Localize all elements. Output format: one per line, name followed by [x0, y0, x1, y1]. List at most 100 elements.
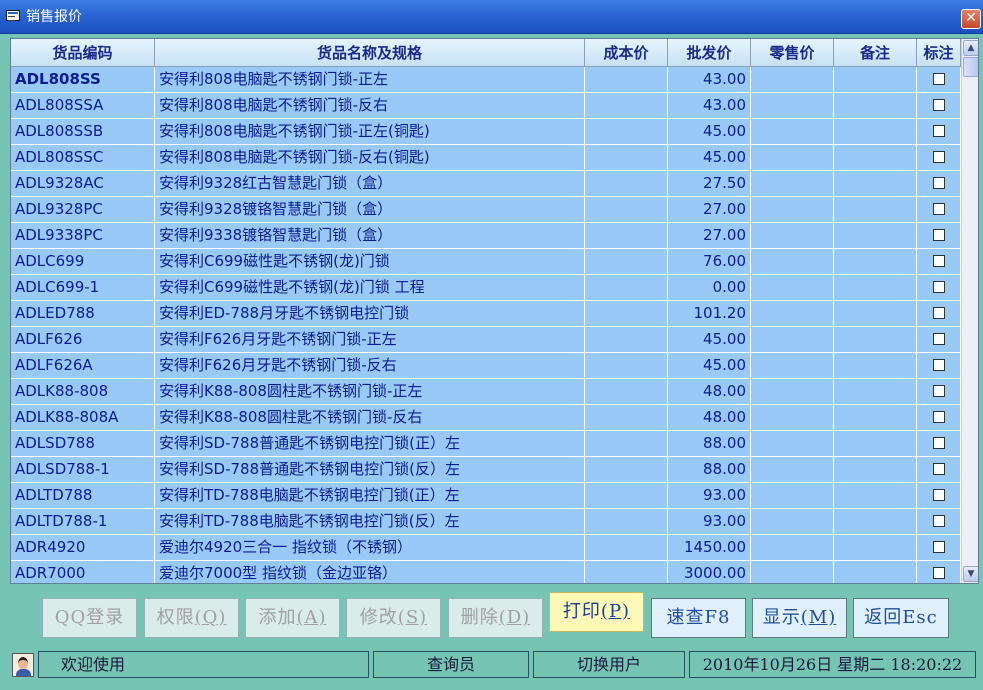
mark-checkbox[interactable] — [932, 202, 945, 215]
cell-cost[interactable] — [585, 67, 668, 93]
cell-cost[interactable] — [585, 535, 668, 561]
cell-cost[interactable] — [585, 197, 668, 223]
cell-wholesale[interactable]: 93.00 — [668, 483, 751, 509]
cell-wholesale[interactable]: 45.00 — [668, 145, 751, 171]
cell-wholesale[interactable]: 45.00 — [668, 327, 751, 353]
mark-checkbox[interactable] — [932, 306, 945, 319]
header-mark[interactable]: 标注 — [917, 39, 961, 67]
mark-checkbox[interactable] — [932, 124, 945, 137]
cell-retail[interactable] — [751, 405, 834, 431]
cell-retail[interactable] — [751, 353, 834, 379]
cell-retail[interactable] — [751, 197, 834, 223]
print-button[interactable]: 打印(P) — [549, 592, 644, 632]
mark-checkbox[interactable] — [932, 540, 945, 553]
cell-wholesale[interactable]: 27.50 — [668, 171, 751, 197]
cell-wholesale[interactable]: 45.00 — [668, 119, 751, 145]
mark-checkbox[interactable] — [932, 332, 945, 345]
cell-code[interactable]: ADLED788 — [11, 301, 155, 327]
cell-code[interactable]: ADLC699-1 — [11, 275, 155, 301]
cell-wholesale[interactable]: 88.00 — [668, 431, 751, 457]
table-row[interactable]: ADLSD788 安得利SD-788普通匙不锈钢电控门锁(正）左 88.00 — [11, 431, 961, 457]
cell-name[interactable]: 安得利808电脑匙不锈钢门锁-正左(铜匙) — [155, 119, 585, 145]
cell-retail[interactable] — [751, 93, 834, 119]
header-retail[interactable]: 零售价 — [751, 39, 834, 67]
table-row[interactable]: ADL9328PC 安得利9328镀铬智慧匙门锁（盒） 27.00 — [11, 197, 961, 223]
cell-note[interactable] — [834, 379, 917, 405]
mark-checkbox[interactable] — [932, 254, 945, 267]
cell-cost[interactable] — [585, 249, 668, 275]
table-row[interactable]: ADLK88-808A 安得利K88-808圆柱匙不锈钢门锁-反右 48.00 — [11, 405, 961, 431]
cell-cost[interactable] — [585, 223, 668, 249]
table-row[interactable]: ADLC699-1 安得利C699磁性匙不锈钢(龙)门锁 工程 0.00 — [11, 275, 961, 301]
cell-name[interactable]: 安得利F626月牙匙不锈钢门锁-反右 — [155, 353, 585, 379]
cell-name[interactable]: 安得利TD-788电脑匙不锈钢电控门锁(正）左 — [155, 483, 585, 509]
cell-note[interactable] — [834, 249, 917, 275]
cell-code[interactable]: ADLTD788-1 — [11, 509, 155, 535]
header-note[interactable]: 备注 — [834, 39, 917, 67]
cell-wholesale[interactable]: 93.00 — [668, 509, 751, 535]
cell-wholesale[interactable]: 45.00 — [668, 353, 751, 379]
cell-retail[interactable] — [751, 509, 834, 535]
mark-checkbox[interactable] — [932, 72, 945, 85]
cell-note[interactable] — [834, 223, 917, 249]
cell-retail[interactable] — [751, 301, 834, 327]
scroll-thumb[interactable] — [963, 57, 978, 77]
mark-checkbox[interactable] — [932, 280, 945, 293]
cell-note[interactable] — [834, 327, 917, 353]
cell-cost[interactable] — [585, 119, 668, 145]
modify-button[interactable]: 修改(S) — [346, 598, 441, 638]
cell-name[interactable]: 安得利C699磁性匙不锈钢(龙)门锁 工程 — [155, 275, 585, 301]
cell-cost[interactable] — [585, 93, 668, 119]
table-row[interactable]: ADL808SSC 安得利808电脑匙不锈钢门锁-反右(铜匙) 45.00 — [11, 145, 961, 171]
mark-checkbox[interactable] — [932, 176, 945, 189]
permission-button[interactable]: 权限(Q) — [144, 598, 239, 638]
cell-wholesale[interactable]: 27.00 — [668, 197, 751, 223]
cell-cost[interactable] — [585, 405, 668, 431]
cell-wholesale[interactable]: 101.20 — [668, 301, 751, 327]
cell-code[interactable]: ADL9328PC — [11, 197, 155, 223]
header-wholesale[interactable]: 批发价 — [668, 39, 751, 67]
cell-name[interactable]: 安得利SD-788普通匙不锈钢电控门锁(反）左 — [155, 457, 585, 483]
cell-retail[interactable] — [751, 145, 834, 171]
cell-note[interactable] — [834, 197, 917, 223]
mark-checkbox[interactable] — [932, 228, 945, 241]
cell-retail[interactable] — [751, 119, 834, 145]
cell-name[interactable]: 爱迪尔4920三合一 指纹锁（不锈钢） — [155, 535, 585, 561]
mark-checkbox[interactable] — [932, 410, 945, 423]
cell-wholesale[interactable]: 48.00 — [668, 405, 751, 431]
delete-button[interactable]: 删除(D) — [448, 598, 543, 638]
mark-checkbox[interactable] — [932, 358, 945, 371]
cell-wholesale[interactable]: 76.00 — [668, 249, 751, 275]
cell-code[interactable]: ADL808SSA — [11, 93, 155, 119]
mark-checkbox[interactable] — [932, 384, 945, 397]
cell-cost[interactable] — [585, 301, 668, 327]
cell-cost[interactable] — [585, 145, 668, 171]
cell-name[interactable]: 安得利TD-788电脑匙不锈钢电控门锁(反）左 — [155, 509, 585, 535]
mark-checkbox[interactable] — [932, 98, 945, 111]
cell-code[interactable]: ADLTD788 — [11, 483, 155, 509]
add-button[interactable]: 添加(A) — [245, 598, 340, 638]
cell-cost[interactable] — [585, 561, 668, 583]
cell-wholesale[interactable]: 48.00 — [668, 379, 751, 405]
table-row[interactable]: ADL808SSB 安得利808电脑匙不锈钢门锁-正左(铜匙) 45.00 — [11, 119, 961, 145]
table-row[interactable]: ADR7000 爱迪尔7000型 指纹锁（金边亚铬） 3000.00 — [11, 561, 961, 583]
cell-cost[interactable] — [585, 327, 668, 353]
table-row[interactable]: ADLF626 安得利F626月牙匙不锈钢门锁-正左 45.00 — [11, 327, 961, 353]
cell-cost[interactable] — [585, 353, 668, 379]
mark-checkbox[interactable] — [932, 150, 945, 163]
quick-search-button[interactable]: 速查F8 — [651, 598, 746, 638]
mark-checkbox[interactable] — [932, 488, 945, 501]
table-row[interactable]: ADLTD788-1 安得利TD-788电脑匙不锈钢电控门锁(反）左 93.00 — [11, 509, 961, 535]
cell-note[interactable] — [834, 509, 917, 535]
cell-name[interactable]: 安得利F626月牙匙不锈钢门锁-正左 — [155, 327, 585, 353]
back-button[interactable]: 返回Esc — [853, 598, 949, 638]
table-row[interactable]: ADL808SS 安得利808电脑匙不锈钢门锁-正左 43.00 — [11, 67, 961, 93]
cell-retail[interactable] — [751, 327, 834, 353]
cell-name[interactable]: 安得利808电脑匙不锈钢门锁-正左 — [155, 67, 585, 93]
header-cost[interactable]: 成本价 — [585, 39, 668, 67]
header-code[interactable]: 货品编码 — [11, 39, 155, 67]
cell-code[interactable]: ADL808SSC — [11, 145, 155, 171]
cell-wholesale[interactable]: 43.00 — [668, 93, 751, 119]
cell-name[interactable]: 安得利K88-808圆柱匙不锈钢门锁-反右 — [155, 405, 585, 431]
cell-note[interactable] — [834, 171, 917, 197]
